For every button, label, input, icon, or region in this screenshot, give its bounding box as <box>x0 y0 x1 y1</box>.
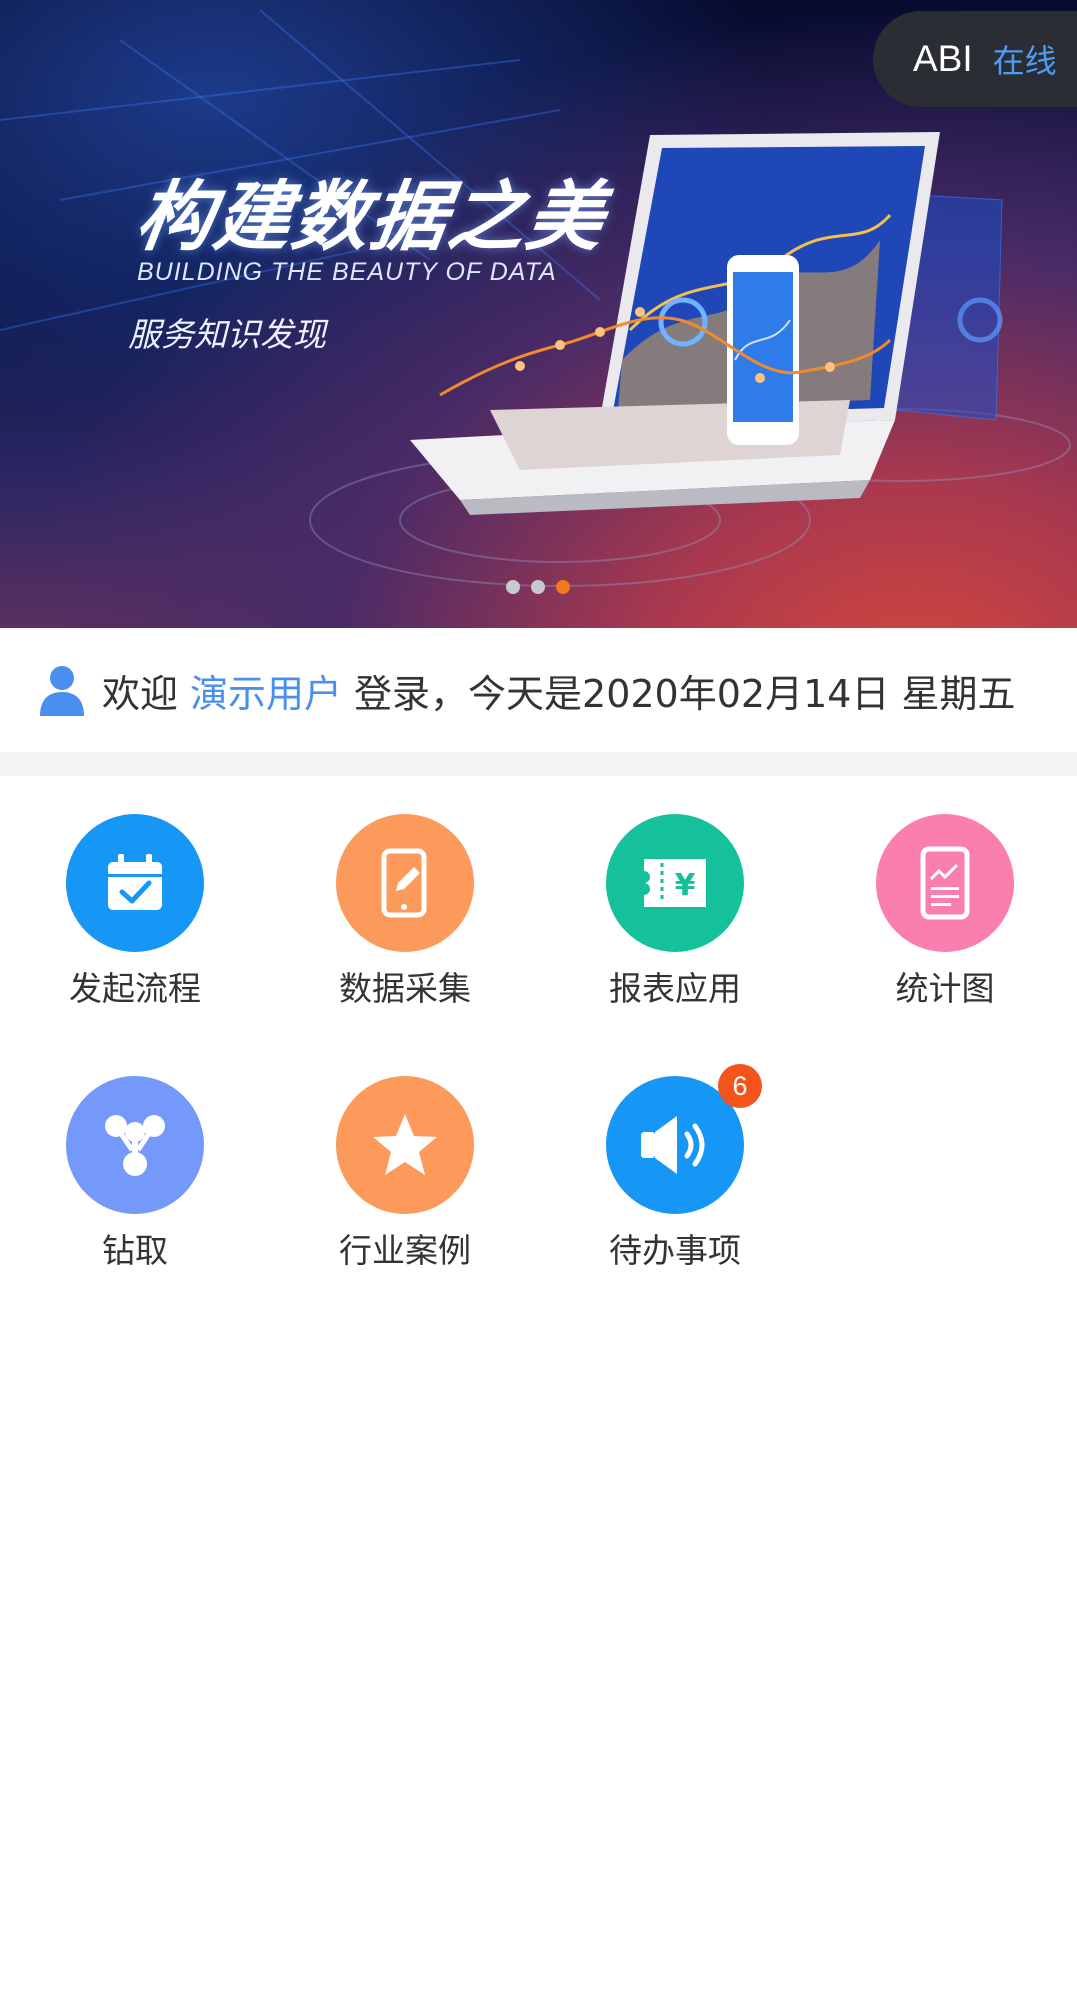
tile-icon-circle: ¥ <box>606 814 744 952</box>
tile-icon-circle <box>66 814 204 952</box>
tile-icon-circle <box>66 1076 204 1214</box>
tile-icon-circle <box>336 1076 474 1214</box>
user-name[interactable]: 演示用户 <box>190 663 342 718</box>
carousel-dot-active[interactable] <box>556 580 570 594</box>
notification-badge: 6 <box>718 1064 762 1108</box>
user-icon <box>40 666 84 716</box>
carousel-indicator[interactable] <box>506 580 570 594</box>
phone-chart-icon <box>920 846 970 920</box>
tile-data-collection[interactable]: 数据采集 <box>270 814 540 1010</box>
tile-label: 报表应用 <box>609 969 741 1008</box>
tile-start-process[interactable]: 发起流程 <box>0 814 270 1010</box>
tile-report-app[interactable]: ¥ 报表应用 <box>540 814 810 1010</box>
section-divider <box>0 752 1077 776</box>
tile-icon-circle <box>876 814 1014 952</box>
banner-subtitle: BUILDING THE BEAUTY OF DATA <box>137 258 557 286</box>
phone-edit-icon <box>381 848 427 918</box>
tile-label: 待办事项 <box>609 1231 741 1270</box>
banner-tagline: 服务知识发现 <box>128 315 326 354</box>
tile-drill-down[interactable]: 钻取 <box>0 1076 270 1272</box>
star-icon <box>373 1114 437 1175</box>
tile-label: 数据采集 <box>339 969 471 1008</box>
tile-icon-circle <box>336 814 474 952</box>
welcome-date-text: 登录，今天是2020年02月14日 星期五 <box>354 671 1016 716</box>
tile-icon-circle: 6 <box>606 1064 762 1214</box>
carousel-dot[interactable] <box>531 580 545 594</box>
welcome-bar: 欢迎 演示用户 登录，今天是2020年02月14日 星期五 <box>0 628 1077 752</box>
speaker-icon <box>641 1116 705 1174</box>
welcome-prefix: 欢迎 <box>102 671 179 716</box>
abi-online-pill[interactable]: ABI 在线 <box>873 11 1077 107</box>
tile-statistics-chart[interactable]: 统计图 <box>810 814 1077 1010</box>
tile-todo-items[interactable]: 6 待办事项 <box>540 1064 810 1272</box>
calendar-check-icon <box>108 854 162 910</box>
tile-label: 统计图 <box>895 969 995 1008</box>
yuan-receipt-icon: ¥ <box>644 859 706 907</box>
tile-label: 行业案例 <box>339 1231 471 1270</box>
tile-label: 钻取 <box>102 1231 168 1270</box>
tile-industry-cases[interactable]: 行业案例 <box>270 1076 540 1272</box>
svg-text:¥: ¥ <box>675 868 696 903</box>
abi-brand: ABI <box>913 38 973 79</box>
tile-label: 发起流程 <box>69 969 201 1008</box>
banner-title: 构建数据之美 <box>130 172 612 261</box>
carousel-dot[interactable] <box>506 580 520 594</box>
molecule-icon <box>105 1115 165 1176</box>
online-status: 在线 <box>992 42 1057 80</box>
